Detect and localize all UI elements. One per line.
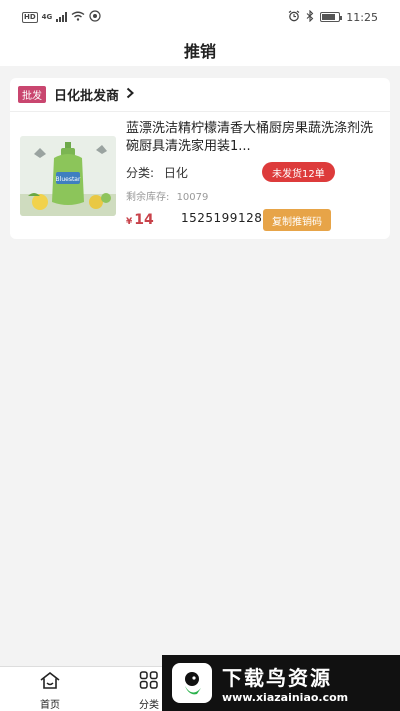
nav-label-home: 首页 — [40, 700, 60, 711]
status-bar: HD 4G 11:25 — [0, 0, 400, 34]
product-row[interactable]: Bluestar 蓝漂洗洁精柠檬清香大桶厨房果蔬洗涤剂洗碗厨具清洗家用装1...… — [10, 112, 390, 238]
product-card: 批发 日化批发商 Bluestar 蓝漂洗洁精柠檬清香大桶厨房果蔬洗涤剂洗碗厨具… — [10, 78, 390, 239]
home-icon — [39, 671, 61, 693]
price-value: 14 — [134, 212, 154, 228]
watermark-main: 下载鸟资源 — [222, 666, 332, 690]
category-value: 日化 — [163, 166, 188, 180]
watermark-text: 下载鸟资源 www.xiazainiao.com — [222, 662, 348, 704]
status-right: 11:25 — [288, 9, 378, 25]
wifi-icon — [71, 11, 85, 24]
product-stock: 剩余库存: 10079 — [126, 188, 208, 203]
product-price: ¥14 — [126, 212, 154, 228]
status-time: 11:25 — [346, 10, 378, 24]
network-type: 4G — [41, 13, 53, 21]
chevron-right-icon[interactable] — [125, 87, 135, 103]
status-left: HD 4G — [22, 9, 101, 25]
currency-symbol: ¥ — [126, 217, 133, 227]
battery-icon — [320, 12, 343, 22]
stock-value: 10079 — [176, 192, 209, 203]
alarm-icon — [288, 10, 300, 25]
data-saver-icon — [89, 9, 101, 25]
bluetooth-icon — [306, 9, 314, 25]
nav-label-category: 分类 — [139, 700, 159, 711]
signal-icon — [56, 12, 68, 22]
product-image[interactable]: Bluestar — [20, 136, 116, 216]
grid-icon — [139, 671, 159, 693]
hd-badge: HD — [22, 11, 38, 23]
watermark-url: www.xiazainiao.com — [222, 691, 349, 704]
product-image-art: Bluestar — [20, 136, 116, 216]
watermark-logo-icon — [172, 663, 212, 703]
category-label: 分类: — [126, 166, 155, 180]
store-header[interactable]: 批发 日化批发商 — [10, 78, 390, 112]
store-name[interactable]: 日化批发商 — [54, 85, 119, 104]
promo-code: 1525199128 — [181, 211, 263, 225]
page-title: 推销 — [183, 42, 216, 61]
undelivered-badge: 未发货12单 — [262, 162, 335, 182]
product-title[interactable]: 蓝漂洗洁精柠檬清香大桶厨房果蔬洗涤剂洗碗厨具清洗家用装1... — [126, 120, 382, 156]
product-brand-text: Bluestar — [56, 176, 81, 183]
nav-item-home[interactable]: 首页 — [30, 671, 70, 711]
stock-label: 剩余库存: — [126, 192, 170, 203]
wholesale-tag: 批发 — [18, 86, 46, 103]
copy-promo-code-button[interactable]: 复制推销码 — [263, 209, 331, 231]
product-category: 分类: 日化 — [126, 164, 188, 181]
header: 推销 — [0, 34, 400, 66]
watermark: 下载鸟资源 www.xiazainiao.com — [162, 655, 400, 711]
